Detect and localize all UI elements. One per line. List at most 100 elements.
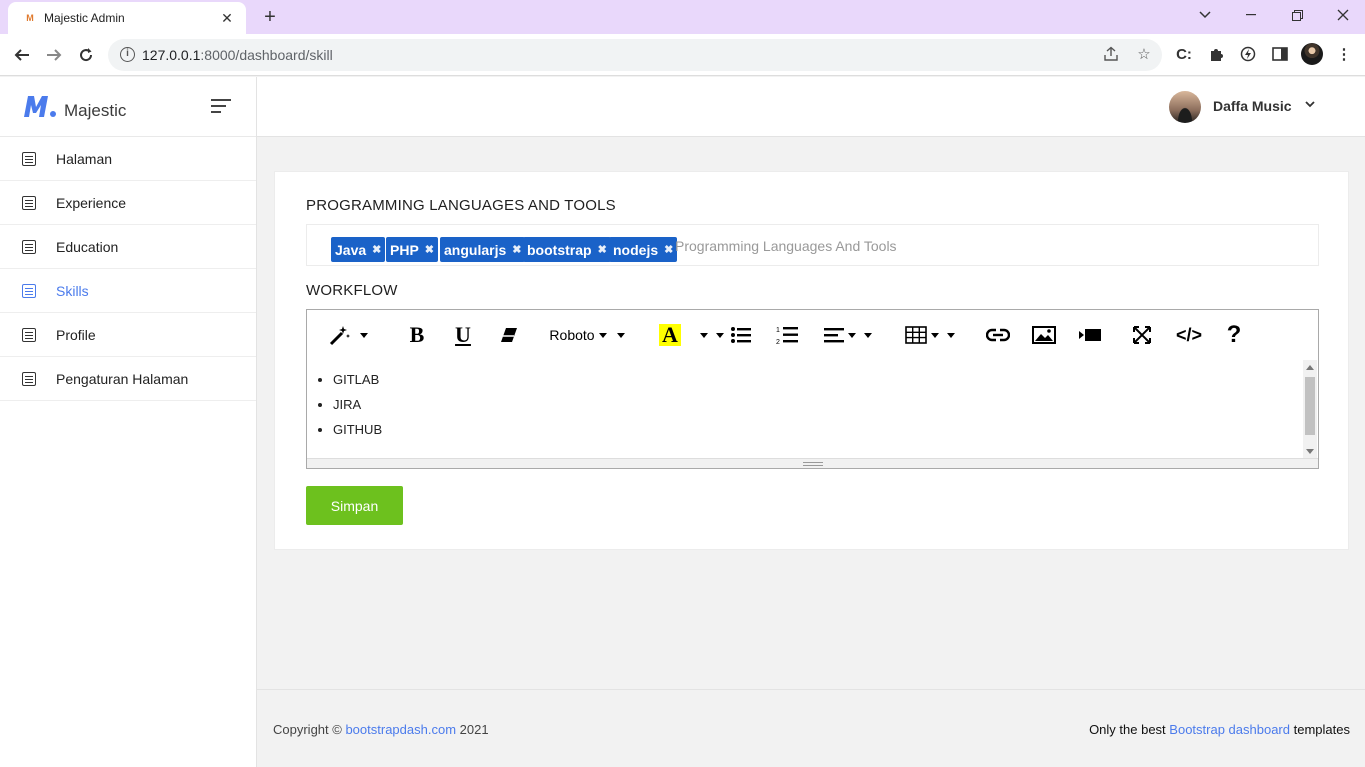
sidebar-item-label: Halaman — [56, 150, 113, 167]
browser-profile-avatar[interactable] — [1301, 43, 1323, 65]
tags-placeholder[interactable]: Programming Languages And Tools — [675, 238, 897, 254]
font-family-select[interactable]: Roboto — [547, 322, 627, 348]
grip-icon — [803, 462, 823, 466]
editor-resize-handle[interactable] — [307, 458, 1318, 468]
document-icon — [22, 327, 36, 342]
remove-tag-icon[interactable]: ✖ — [512, 243, 521, 256]
list-item: JIRA — [333, 397, 1303, 412]
align-left-icon — [824, 328, 844, 343]
help-button[interactable]: ? — [1221, 321, 1247, 348]
eraser-icon — [501, 328, 517, 342]
languages-label: PROGRAMMING LANGUAGES AND TOOLS — [306, 197, 616, 214]
bold-button[interactable]: B — [405, 322, 429, 348]
window-close-icon[interactable] — [1320, 0, 1365, 30]
unordered-list-button[interactable] — [729, 322, 753, 348]
tag-chip: angularjs ✖ — [440, 237, 526, 262]
editor-toolbar: B U Roboto A 12 </> ? — [307, 310, 1318, 360]
list-item: GITHUB — [333, 422, 1303, 437]
paragraph-align-button[interactable] — [821, 322, 875, 348]
bootstrapdash-link[interactable]: bootstrapdash.com — [345, 722, 456, 737]
workflow-editor: B U Roboto A 12 </> ? • GITLAB • JIRA • … — [306, 309, 1319, 469]
highlight-color-button[interactable]: A — [655, 322, 685, 348]
scroll-down-icon[interactable] — [1306, 449, 1314, 454]
remove-tag-icon[interactable]: ✖ — [372, 243, 381, 256]
sidebar-item-skills[interactable]: Skills — [0, 269, 256, 313]
remove-tag-icon[interactable]: ✖ — [664, 243, 673, 256]
scroll-thumb[interactable] — [1305, 377, 1315, 435]
remove-tag-icon[interactable]: ✖ — [598, 243, 607, 256]
footer-copyright: Copyright © bootstrapdash.com 2021 — [273, 722, 489, 737]
workflow-label: WORKFLOW — [306, 282, 398, 299]
sidebar-item-label: Experience — [56, 194, 127, 211]
underline-button[interactable]: U — [451, 322, 475, 348]
bootstrap-dashboard-link[interactable]: Bootstrap dashboard — [1169, 722, 1290, 737]
extension-bolt-icon[interactable] — [1238, 44, 1258, 64]
tag-chip: nodejs ✖ — [609, 237, 678, 262]
table-button[interactable] — [903, 322, 957, 348]
list-item: GITLAB — [333, 372, 1303, 387]
share-icon[interactable] — [1102, 46, 1120, 64]
document-icon — [22, 151, 36, 166]
sidebar: Majestic Halaman Experience Education Sk… — [0, 77, 257, 767]
new-tab-icon[interactable]: + — [258, 5, 282, 29]
numbered-list-icon: 12 — [776, 327, 798, 345]
editor-scrollbar[interactable] — [1303, 360, 1317, 459]
document-icon — [22, 371, 36, 386]
browser-tab[interactable]: M Majestic Admin ✕ — [8, 2, 246, 34]
magic-style-button[interactable] — [321, 322, 375, 348]
extension-c-icon[interactable]: C: — [1174, 44, 1194, 64]
browser-menu-icon[interactable]: ⋮ — [1334, 44, 1354, 64]
sidebar-item-experience[interactable]: Experience — [0, 181, 256, 225]
reload-icon[interactable] — [73, 42, 99, 68]
top-navbar: Daffa Music — [257, 77, 1365, 137]
document-icon — [22, 195, 36, 210]
chevron-down-icon[interactable] — [1303, 97, 1317, 111]
scroll-up-icon[interactable] — [1306, 365, 1314, 370]
insert-video-button[interactable] — [1077, 322, 1103, 348]
footer: Copyright © bootstrapdash.com 2021 Only … — [257, 689, 1365, 767]
skills-form-card: PROGRAMMING LANGUAGES AND TOOLS Java ✖ PH… — [274, 171, 1349, 550]
extensions-puzzle-icon[interactable] — [1206, 44, 1226, 64]
url-text: 127.0.0.1:8000/dashboard/skill — [142, 47, 333, 63]
color-dropdown-button[interactable] — [695, 322, 725, 348]
sidebar-item-education[interactable]: Education — [0, 225, 256, 269]
save-button[interactable]: Simpan — [306, 486, 403, 525]
bookmark-star-icon[interactable]: ☆ — [1135, 46, 1153, 64]
restore-icon[interactable] — [1274, 0, 1320, 30]
side-panel-icon[interactable] — [1270, 44, 1290, 64]
forward-icon[interactable] — [41, 42, 67, 68]
ordered-list-button[interactable]: 12 — [775, 322, 799, 348]
minimize-icon[interactable] — [1228, 0, 1274, 30]
user-name[interactable]: Daffa Music — [1213, 98, 1292, 114]
fullscreen-button[interactable] — [1129, 322, 1155, 348]
back-icon[interactable] — [9, 42, 35, 68]
tab-close-icon[interactable]: ✕ — [218, 10, 236, 27]
sidebar-item-profile[interactable]: Profile — [0, 313, 256, 357]
tab-search-icon[interactable] — [1182, 0, 1228, 30]
user-avatar[interactable] — [1169, 91, 1201, 123]
insert-link-button[interactable] — [985, 322, 1011, 348]
majestic-logo-icon[interactable] — [22, 93, 58, 119]
editor-content[interactable]: GITLAB JIRA GITHUB — [307, 360, 1303, 459]
font-name: Roboto — [549, 327, 595, 343]
browser-toolbar: i 127.0.0.1:8000/dashboard/skill ☆ C: ⋮ — [0, 34, 1365, 76]
highlight-a-icon: A — [659, 324, 681, 346]
sidebar-item-halaman[interactable]: Halaman — [0, 137, 256, 181]
sidebar-item-pengaturan-halaman[interactable]: Pengaturan Halaman — [0, 357, 256, 401]
tab-title: Majestic Admin — [44, 11, 125, 25]
address-bar[interactable]: i 127.0.0.1:8000/dashboard/skill ☆ — [108, 39, 1162, 71]
sidebar-toggle-icon[interactable] — [211, 99, 233, 115]
tags-input[interactable]: Java ✖ PHP ✖ angularjs ✖ bootstrap ✖ nodejs ✖… — [306, 224, 1319, 266]
sidebar-item-label: Skills — [56, 282, 89, 299]
site-info-icon[interactable]: i — [120, 47, 135, 62]
remove-tag-icon[interactable]: ✖ — [425, 243, 434, 256]
footer-tagline: Only the best Bootstrap dashboard templa… — [1089, 722, 1350, 737]
sidebar-item-label: Education — [56, 238, 119, 255]
insert-picture-button[interactable] — [1031, 322, 1057, 348]
document-icon — [22, 283, 36, 298]
fullscreen-icon — [1133, 326, 1151, 344]
clear-format-button[interactable] — [497, 322, 521, 348]
svg-text:1: 1 — [776, 327, 780, 334]
video-icon — [1079, 329, 1101, 341]
code-view-button[interactable]: </> — [1171, 322, 1207, 348]
